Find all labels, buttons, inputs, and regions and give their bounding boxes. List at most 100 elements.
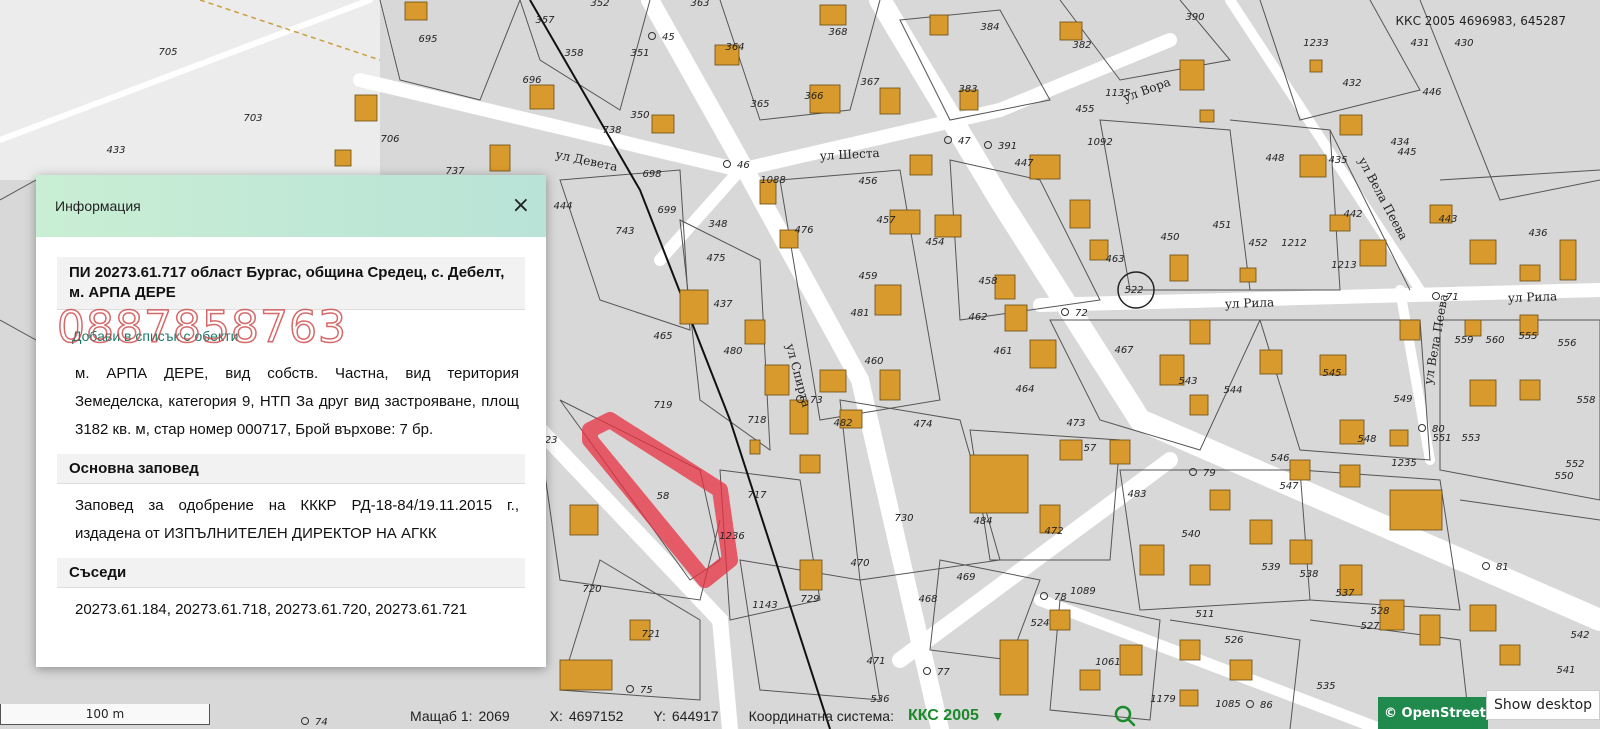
- phone-watermark: 0887858763: [56, 301, 347, 354]
- crs-label: Координатна система:: [748, 708, 894, 724]
- parcel-number-label: 444: [553, 201, 572, 212]
- parcel-number-label: 535: [1316, 681, 1335, 692]
- parcel-number-label: 540: [1181, 529, 1200, 540]
- parcel-number-label: 352: [590, 0, 609, 9]
- parcel-number-label: 552: [1565, 459, 1584, 470]
- survey-marker-label: 46: [737, 160, 750, 171]
- parcel-number-label: 738: [602, 125, 621, 136]
- parcel-number-label: 358: [564, 48, 583, 59]
- parcel-number-label: 447: [1014, 158, 1034, 169]
- parcel-number-label: 730: [894, 513, 913, 524]
- parcel-number-label: 451: [1212, 220, 1231, 231]
- order-heading: Основна заповед: [57, 454, 525, 484]
- status-bar: Мащаб 1: 2069 X: 4697152 Y: 644917 Коорд…: [410, 703, 1011, 729]
- parcel-number-label: 1143: [752, 600, 777, 611]
- add-to-list-link[interactable]: Добави в списък с обекти 0887858763: [56, 301, 525, 354]
- x-label: X:: [549, 708, 563, 724]
- scale-label: Мащаб 1:: [410, 708, 473, 724]
- parcel-number-label: 469: [956, 572, 975, 583]
- info-panel-body: ПИ 20273.61.717 област Бургас, община Ср…: [36, 237, 546, 630]
- parcel-number-label: 367: [860, 77, 880, 88]
- parcel-number-label: 703: [243, 113, 262, 124]
- parcel-number-label: 1061: [1095, 657, 1120, 668]
- parcel-number-label: 1212: [1281, 238, 1306, 249]
- parcel-number-label: 382: [1072, 40, 1091, 51]
- parcel-number-label: 1088: [760, 175, 785, 186]
- parcel-number-label: 699: [657, 205, 676, 216]
- parcel-number-label: 450: [1160, 232, 1179, 243]
- parcel-number-label: 695: [418, 34, 437, 45]
- parcel-number-label: 432: [1342, 78, 1361, 89]
- osm-attribution-link[interactable]: © OpenStreetMap: [1378, 697, 1488, 729]
- parcel-number-label: 368: [828, 27, 847, 38]
- parcel-number-label: 1085: [1215, 699, 1240, 710]
- parcel-number-label: 480: [723, 346, 742, 357]
- close-icon[interactable]: ×: [512, 195, 530, 217]
- parcel-number-label: 430: [1454, 38, 1473, 49]
- parcel-number-label: 541: [1556, 665, 1575, 676]
- survey-marker-label: 45: [662, 32, 675, 43]
- open-land: [0, 0, 380, 180]
- parcel-number-label: 458: [978, 276, 997, 287]
- parcel-number-label: 465: [653, 331, 672, 342]
- parcel-number-label: 448: [1265, 153, 1284, 164]
- parcel-number-label: 351: [630, 48, 649, 59]
- parcel-number-label: 1092: [1087, 137, 1112, 148]
- y-label: Y:: [653, 708, 666, 724]
- parcel-number-label: 484: [973, 516, 992, 527]
- parcel-number-label: 442: [1343, 209, 1362, 220]
- parcel-number-label: 538: [1299, 569, 1318, 580]
- parcel-number-label: 390: [1185, 12, 1204, 23]
- parcel-number-label: 698: [642, 169, 661, 180]
- parcel-number-label: 526: [1224, 635, 1243, 646]
- parcel-number-label: 706: [380, 134, 399, 145]
- search-icon[interactable]: [1114, 705, 1136, 727]
- show-desktop-button[interactable]: Show desktop: [1486, 690, 1600, 720]
- parcel-number-label: 348: [708, 219, 727, 230]
- parcel-number-label: 57: [1084, 443, 1097, 454]
- parcel-number-label: 511: [1195, 609, 1214, 620]
- scale-value: 2069: [478, 708, 510, 724]
- chevron-down-icon[interactable]: ▼: [991, 708, 1005, 724]
- parcel-number-label: 457: [876, 215, 896, 226]
- info-panel-title: Информация: [55, 198, 141, 214]
- parcel-number-label: 384: [980, 22, 999, 33]
- parcel-number-label: 446: [1422, 87, 1441, 98]
- parcel-number-label: 537: [1335, 588, 1355, 599]
- parcel-number-label: 476: [794, 225, 813, 236]
- parcel-number-label: 705: [158, 47, 177, 58]
- parcel-number-label: 357: [535, 15, 555, 26]
- parcel-number-label: 558: [1576, 395, 1595, 406]
- parcel-number-label: 542: [1570, 630, 1589, 641]
- survey-marker-label: 74: [315, 717, 328, 728]
- survey-marker-label: 391: [998, 141, 1017, 152]
- parcel-number-label: 464: [1015, 384, 1034, 395]
- parcel-number-label: 1179: [1150, 694, 1175, 705]
- parcel-number-label: 1236: [719, 531, 744, 542]
- parcel-number-label: 460: [864, 356, 883, 367]
- survey-marker-label: 47: [958, 136, 971, 147]
- parcel-number-label: 524: [1030, 618, 1049, 629]
- parcel-number-label: 472: [1044, 526, 1063, 537]
- parcel-number-label: 58: [657, 491, 670, 502]
- parcel-number-label: 547: [1279, 481, 1299, 492]
- parcel-number-label: 482: [833, 418, 852, 429]
- parcel-number-label: 553: [1461, 433, 1480, 444]
- parcel-number-label: 527: [1360, 621, 1380, 632]
- parcel-number-label: 445: [1397, 147, 1416, 158]
- neighbors-heading: Съседи: [57, 558, 525, 588]
- parcel-number-label: 470: [850, 558, 869, 569]
- parcel-number-label: 550: [1554, 471, 1573, 482]
- parcel-number-label: 475: [706, 253, 725, 264]
- crs-select[interactable]: ККС 2005: [908, 707, 979, 725]
- parcel-number-label: 743: [615, 226, 634, 237]
- order-text: Заповед за одобрение на КККР РД-18-84/19…: [75, 497, 519, 542]
- survey-marker-label: 86: [1260, 700, 1273, 711]
- parcel-number-label: 462: [968, 312, 987, 323]
- parcel-number-label: 729: [800, 594, 819, 605]
- parcel-number-label: 363: [690, 0, 709, 9]
- parcel-number-label: 1213: [1331, 260, 1356, 271]
- parcel-number-label: 471: [866, 656, 885, 667]
- parcel-number-label: 383: [958, 84, 977, 95]
- coordinate-readout: ККС 2005 4696983, 645287: [1395, 14, 1566, 28]
